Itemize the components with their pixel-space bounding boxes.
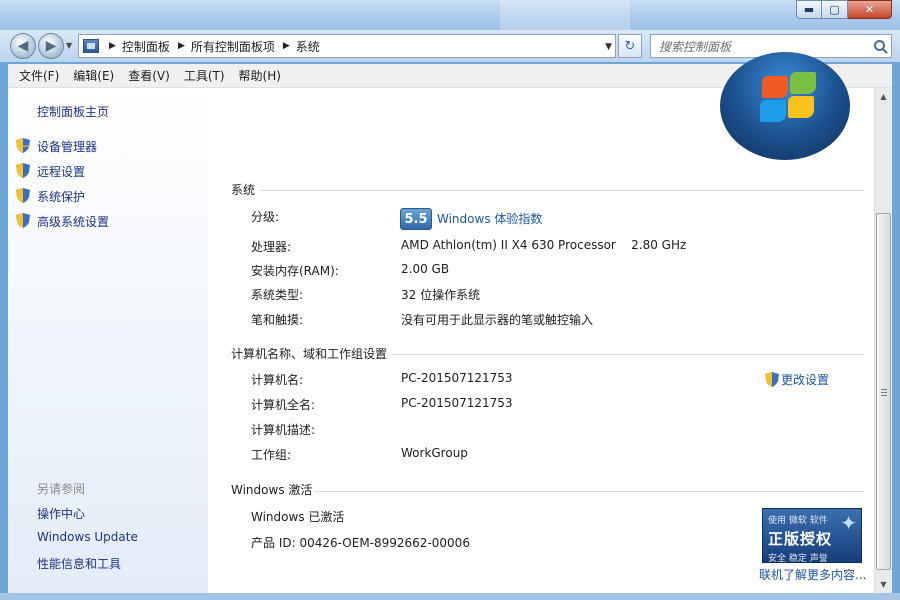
back-button[interactable]: ◀ [10,33,36,59]
processor-value: AMD Athlon(tm) II X4 630 Processor 2.80 … [401,238,687,252]
title-bar: ▬ ▢ ✕ [0,0,900,30]
chevron-right-icon[interactable]: ▶ [109,41,116,51]
forward-button[interactable]: ▶ [38,33,64,59]
shield-icon [16,188,30,203]
sidebar-item-device-manager[interactable]: 设备管理器 [37,138,97,155]
refresh-icon: ↻ [624,38,636,54]
shield-icon [765,372,779,387]
window-controls: ▬ ▢ ✕ [796,0,892,19]
see-also-heading: 另请参阅 [37,482,86,496]
chevron-right-icon[interactable]: ▶ [178,41,185,51]
scrollbar-thumb[interactable] [876,213,891,570]
computer-description-label: 计算机描述: [251,423,316,437]
maximize-button[interactable]: ▢ [822,0,848,19]
windows-logo-icon [720,52,850,160]
sidebar-item-control-panel-home[interactable]: 控制面板主页 [37,103,109,120]
computer-fullname-value: PC-201507121753 [401,396,513,410]
section-activation-heading: Windows 激活 [231,483,313,497]
product-id: 产品 ID: 00426-OEM-8992662-00006 [251,536,470,550]
search-icon[interactable] [874,40,885,51]
pen-touch-value: 没有可用于此显示器的笔或触控输入 [401,313,594,327]
breadcrumb-all-items[interactable]: 所有控制面板项 [191,38,275,55]
computer-fullname-label: 计算机全名: [251,398,316,412]
shield-icon [16,213,30,228]
learn-more-online-link[interactable]: 联机了解更多内容... [759,566,866,583]
ram-value: 2.00 GB [401,262,450,276]
sidebar-item-system-protection[interactable]: 系统保护 [37,188,85,205]
forward-arrow-icon: ▶ [45,38,57,54]
change-settings-label[interactable]: 更改设置 [781,371,829,388]
change-settings-link[interactable]: 更改设置 [765,371,829,388]
workgroup-value: WorkGroup [401,446,468,460]
minimize-button[interactable]: ▬ [796,0,822,19]
chevron-right-icon[interactable]: ▶ [283,41,290,51]
system-type-label: 系统类型: [251,288,304,302]
title-glass [500,0,630,30]
rating-label: 分级: [251,210,280,224]
breadcrumb-system[interactable]: 系统 [296,38,320,55]
main-content: 系统 分级: 5.5 Windows 体验指数 处理器: AMD Athlon(… [208,52,874,593]
sidebar-item-windows-update[interactable]: Windows Update [37,530,138,544]
star-icon: ✦ [840,511,857,535]
activation-status: Windows 已激活 [251,510,345,524]
window-bottom-border [0,593,900,600]
menu-help[interactable]: 帮助(H) [232,67,288,84]
sidebar-item-remote-settings[interactable]: 远程设置 [37,163,85,180]
experience-index-badge[interactable]: 5.5 [400,208,432,230]
divider [392,354,864,355]
back-arrow-icon: ◀ [17,38,29,54]
section-system-heading: 系统 [231,183,256,197]
menu-edit[interactable]: 编辑(E) [66,67,121,84]
genuine-software-badge[interactable]: 使用 微软 软件 正版授权 安全 稳定 声誉 ✦ [762,508,862,564]
shield-icon [16,138,30,153]
workgroup-label: 工作组: [251,448,292,462]
experience-index-link[interactable]: Windows 体验指数 [437,210,542,227]
vertical-scrollbar[interactable]: ▲ ▼ [874,88,892,593]
sidebar-item-advanced-settings[interactable]: 高级系统设置 [37,213,109,230]
refresh-button[interactable]: ↻ [618,34,642,58]
pen-touch-label: 笔和触摸: [251,313,304,327]
sidebar: 控制面板主页 设备管理器 远程设置 系统保护 高级系统设置 另请参阅 操作中心 … [8,88,208,593]
computer-name-value: PC-201507121753 [401,371,513,385]
control-panel-icon [83,39,99,53]
menu-view[interactable]: 查看(V) [121,67,177,84]
ram-label: 安装内存(RAM): [251,264,339,278]
processor-label: 处理器: [251,240,292,254]
system-type-value: 32 位操作系统 [401,288,481,302]
close-button[interactable]: ✕ [848,0,892,19]
sidebar-item-performance-tools[interactable]: 性能信息和工具 [37,555,121,572]
breadcrumb-control-panel[interactable]: 控制面板 [122,38,170,55]
menu-tools[interactable]: 工具(T) [177,67,232,84]
scroll-down-arrow-icon[interactable]: ▼ [875,576,892,593]
recent-pages-dropdown-icon[interactable]: ▼ [66,41,72,50]
section-computer-heading: 计算机名称、域和工作组设置 [231,347,388,361]
content-frame: 控制面板主页 设备管理器 远程设置 系统保护 高级系统设置 另请参阅 操作中心 … [8,52,892,593]
divider [314,491,864,492]
address-bar[interactable]: ▶ 控制面板 ▶ 所有控制面板项 ▶ 系统 ▼ [78,34,616,58]
sidebar-item-action-center[interactable]: 操作中心 [37,505,85,522]
menu-file[interactable]: 文件(F) [12,67,66,84]
computer-name-label: 计算机名: [251,373,304,387]
genuine-badge-subtitle: 安全 稳定 声誉 [768,554,828,564]
chevron-down-icon[interactable]: ▼ [605,42,612,52]
grip-icon [881,389,887,396]
search-placeholder: 搜索控制面板 [659,39,732,54]
scroll-up-arrow-icon[interactable]: ▲ [875,88,892,105]
shield-icon [16,163,30,178]
divider [260,190,864,191]
